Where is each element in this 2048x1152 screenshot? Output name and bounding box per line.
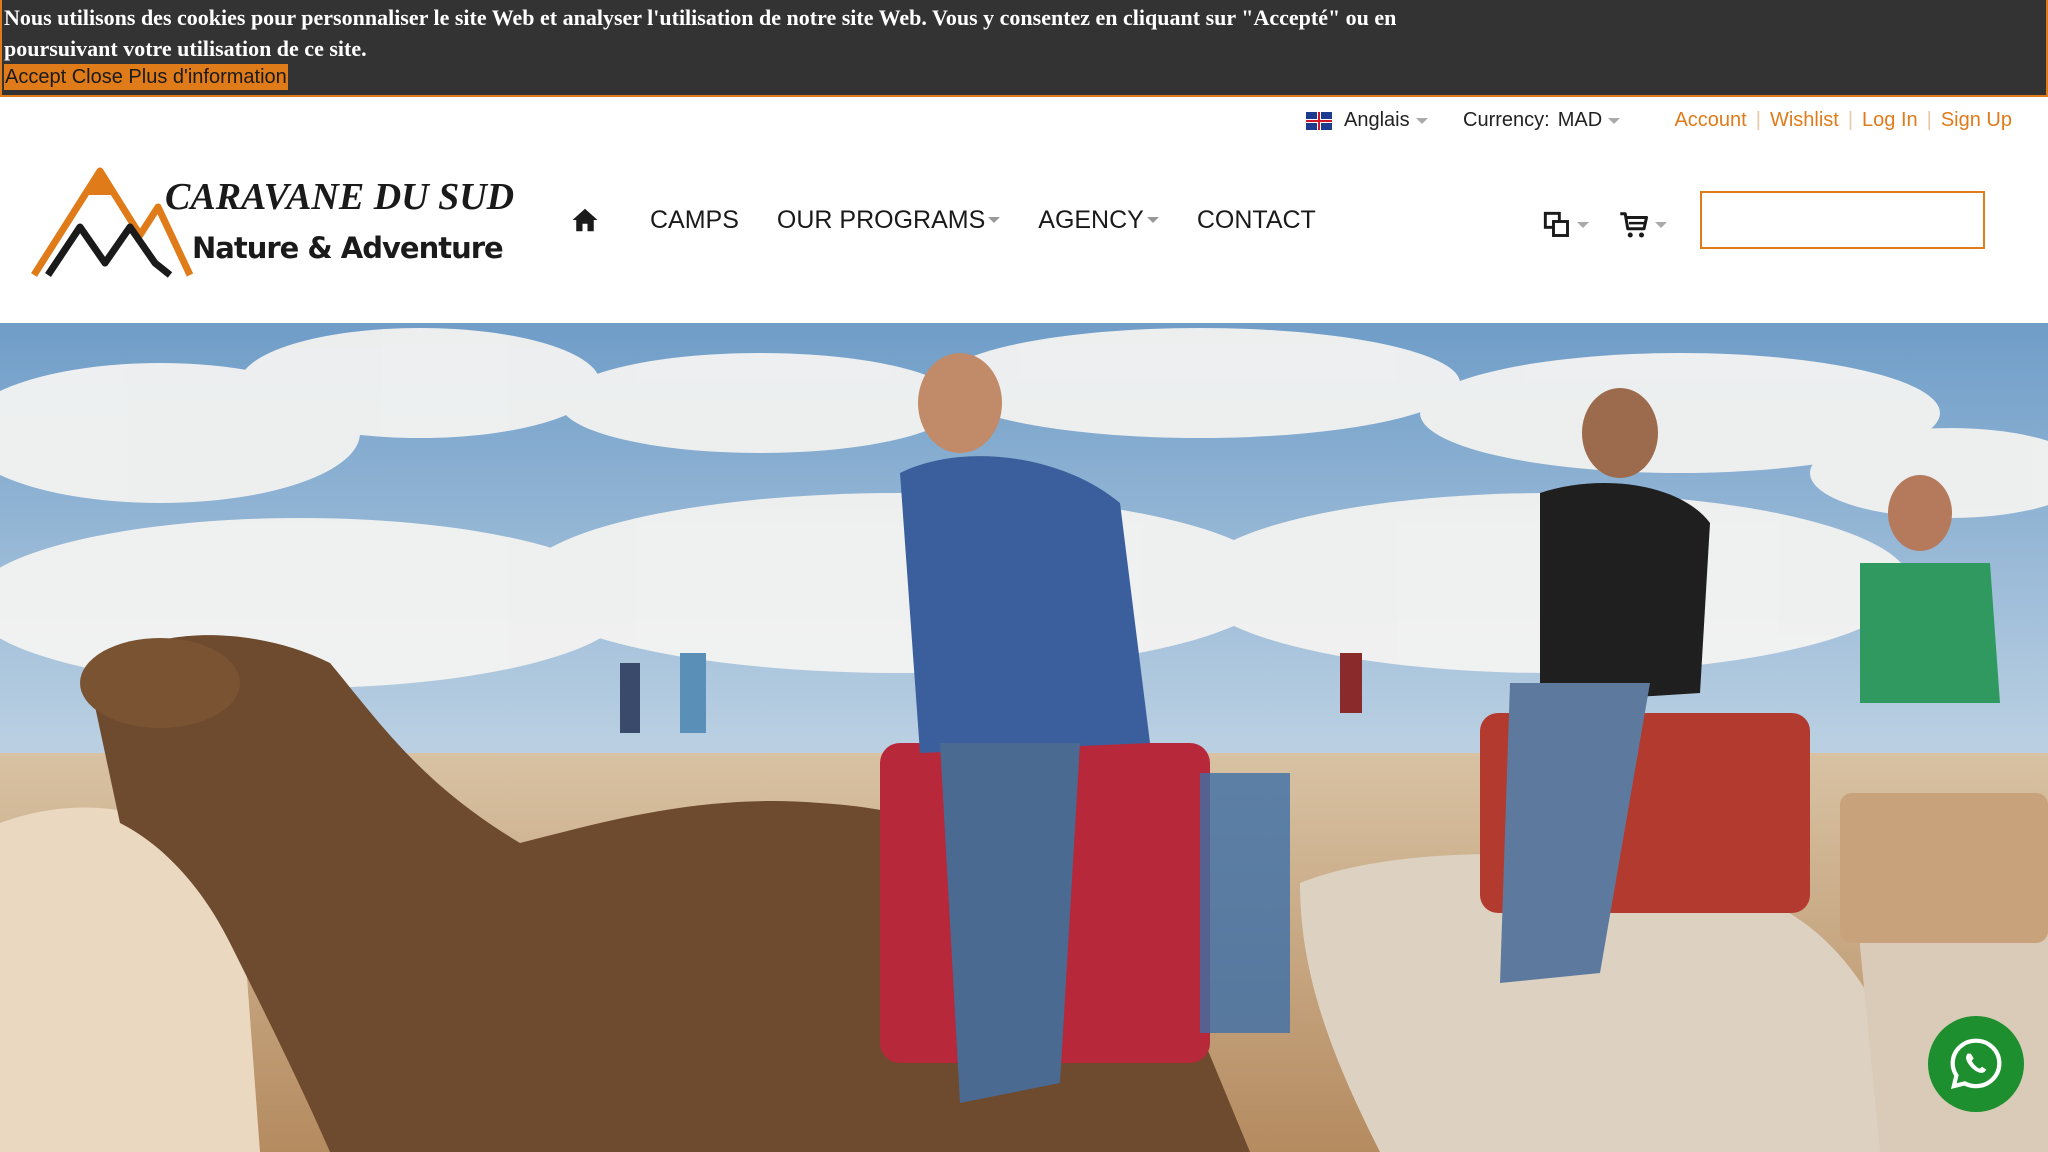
compare-button[interactable] (1543, 211, 1589, 239)
nav-item-label: OUR PROGRAMS (776, 205, 986, 234)
cookie-message: Nous utilisons des cookies pour personna… (4, 5, 1397, 61)
currency-value: MAD (1557, 109, 1603, 131)
whatsapp-icon (1950, 1038, 2002, 1090)
site-logo[interactable]: CARAVANE DU SUD Nature & Adventure (30, 165, 514, 280)
cookie-close-button[interactable]: Close (72, 66, 123, 88)
divider: | (1847, 109, 1854, 131)
login-link[interactable]: Log In (1862, 109, 1918, 132)
chevron-down-icon (988, 217, 1001, 223)
cookie-actions: Accept Close Plus d'information (4, 64, 288, 90)
compare-icon (1543, 211, 1569, 237)
nav-item-label: AGENCY (1038, 205, 1144, 234)
divider: | (1755, 109, 1761, 131)
hero-image (0, 323, 2048, 1152)
cart-button[interactable] (1619, 210, 1667, 240)
chevron-down-icon (1655, 222, 1667, 228)
nav-item-label: CONTACT (1196, 205, 1316, 234)
nav-item-our-programs[interactable]: OUR PROGRAMS (776, 205, 1001, 235)
currency-label: Currency: (1463, 109, 1550, 131)
wishlist-link[interactable]: Wishlist (1770, 109, 1839, 132)
main-nav: CAMPS OUR PROGRAMS AGENCY CONTACT (570, 205, 1354, 235)
account-link[interactable]: Account (1674, 109, 1746, 132)
hero-camel-ride-illustration (0, 323, 2048, 1152)
chevron-down-icon (1415, 117, 1428, 124)
whatsapp-chat-button[interactable] (1928, 1016, 2024, 1112)
cookie-consent-bar: Nous utilisons des cookies pour personna… (0, 0, 2048, 97)
nav-item-camps[interactable]: CAMPS (650, 206, 739, 235)
language-selector[interactable]: Anglais (1306, 109, 1428, 132)
chevron-down-icon (1577, 222, 1589, 228)
header-icons (1543, 210, 1697, 240)
logo-title: CARAVANE DU SUD (165, 176, 515, 218)
chevron-down-icon (1608, 117, 1621, 124)
nav-item-label: CAMPS (650, 205, 739, 234)
cookie-accept-button[interactable]: Accept (5, 66, 66, 88)
cart-icon (1620, 212, 1648, 238)
home-icon[interactable] (570, 205, 600, 235)
nav-item-contact[interactable]: CONTACT (1197, 206, 1316, 235)
signup-link[interactable]: Sign Up (1941, 109, 2012, 132)
account-links: Account | Wishlist | Log In | Sign Up (1674, 109, 2012, 132)
chevron-down-icon (1146, 217, 1159, 223)
nav-item-agency[interactable]: AGENCY (1038, 206, 1159, 235)
cookie-more-info-link[interactable]: Plus d'information (128, 66, 286, 88)
currency-selector[interactable]: Currency: MAD (1463, 109, 1621, 132)
logo-tagline: Nature & Adventure (192, 231, 504, 265)
utility-bar: Anglais Currency: MAD Account | Wishlist… (0, 97, 2048, 143)
language-label: Anglais (1344, 109, 1410, 131)
uk-flag-icon (1306, 111, 1332, 130)
divider: | (1926, 109, 1932, 131)
search-input[interactable] (1700, 191, 1985, 249)
